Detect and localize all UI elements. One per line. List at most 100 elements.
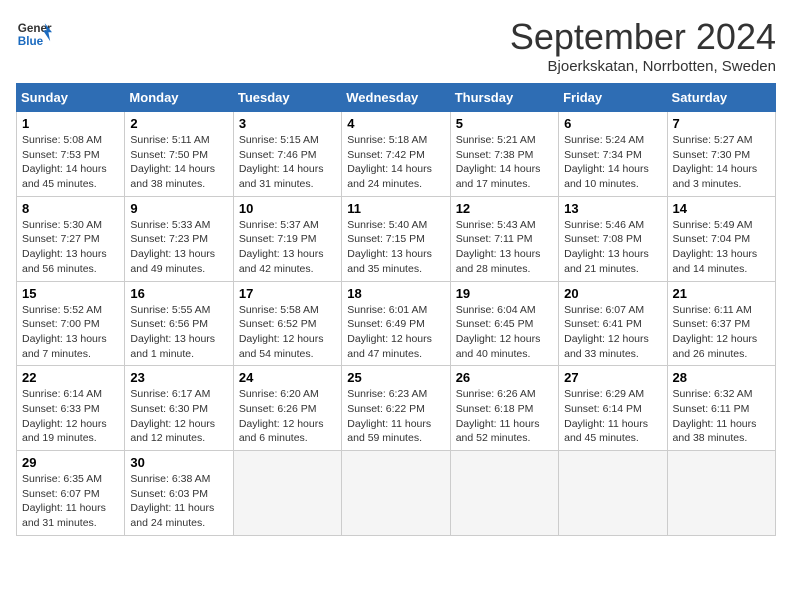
day-detail: Sunrise: 5:15 AMSunset: 7:46 PMDaylight:… <box>239 133 336 192</box>
calendar-cell: 1 Sunrise: 5:08 AMSunset: 7:53 PMDaylight… <box>17 112 125 197</box>
day-number: 28 <box>673 370 770 385</box>
day-detail: Sunrise: 5:46 AMSunset: 7:08 PMDaylight:… <box>564 218 661 277</box>
day-detail: Sunrise: 6:04 AMSunset: 6:45 PMDaylight:… <box>456 303 553 362</box>
day-number: 21 <box>673 286 770 301</box>
calendar-cell: 20 Sunrise: 6:07 AMSunset: 6:41 PMDayligh… <box>559 281 667 366</box>
calendar-cell: 24Sunrise: 6:20 AMSunset: 6:26 PMDayligh… <box>233 366 341 451</box>
logo-icon: General Blue <box>16 16 52 52</box>
day-detail: Sunrise: 5:52 AMSunset: 7:00 PMDaylight:… <box>22 303 119 362</box>
calendar-cell: 19 Sunrise: 6:04 AMSunset: 6:45 PMDayligh… <box>450 281 558 366</box>
day-number: 7 <box>673 116 770 131</box>
calendar-cell: 22 Sunrise: 6:14 AMSunset: 6:33 PMDayligh… <box>17 366 125 451</box>
calendar-cell <box>450 451 558 536</box>
day-number: 9 <box>130 201 227 216</box>
calendar-cell: 8 Sunrise: 5:30 AMSunset: 7:27 PMDaylight… <box>17 196 125 281</box>
calendar-cell: 26 Sunrise: 6:26 AMSunset: 6:18 PMDayligh… <box>450 366 558 451</box>
calendar-cell: 15 Sunrise: 5:52 AMSunset: 7:00 PMDayligh… <box>17 281 125 366</box>
day-detail: Sunrise: 5:30 AMSunset: 7:27 PMDaylight:… <box>22 218 119 277</box>
weekday-header-sunday: Sunday <box>17 84 125 112</box>
day-detail: Sunrise: 6:14 AMSunset: 6:33 PMDaylight:… <box>22 387 119 446</box>
day-number: 13 <box>564 201 661 216</box>
day-number: 24 <box>239 370 336 385</box>
calendar-cell: 21 Sunrise: 6:11 AMSunset: 6:37 PMDayligh… <box>667 281 775 366</box>
calendar-cell: 5 Sunrise: 5:21 AMSunset: 7:38 PMDaylight… <box>450 112 558 197</box>
day-number: 26 <box>456 370 553 385</box>
calendar-week-4: 22 Sunrise: 6:14 AMSunset: 6:33 PMDayligh… <box>17 366 776 451</box>
day-detail: Sunrise: 6:23 AMSunset: 6:22 PMDaylight:… <box>347 387 444 446</box>
weekday-header-wednesday: Wednesday <box>342 84 450 112</box>
day-detail: Sunrise: 5:21 AMSunset: 7:38 PMDaylight:… <box>456 133 553 192</box>
weekday-header-saturday: Saturday <box>667 84 775 112</box>
calendar-cell: 6 Sunrise: 5:24 AMSunset: 7:34 PMDaylight… <box>559 112 667 197</box>
calendar-week-3: 15 Sunrise: 5:52 AMSunset: 7:00 PMDayligh… <box>17 281 776 366</box>
day-number: 19 <box>456 286 553 301</box>
day-number: 8 <box>22 201 119 216</box>
calendar-cell: 23 Sunrise: 6:17 AMSunset: 6:30 PMDayligh… <box>125 366 233 451</box>
day-detail: Sunrise: 5:49 AMSunset: 7:04 PMDaylight:… <box>673 218 770 277</box>
svg-text:Blue: Blue <box>18 35 44 48</box>
weekday-header-tuesday: Tuesday <box>233 84 341 112</box>
day-number: 17 <box>239 286 336 301</box>
day-number: 15 <box>22 286 119 301</box>
calendar-week-5: 29 Sunrise: 6:35 AMSunset: 6:07 PMDayligh… <box>17 451 776 536</box>
calendar-cell: 9 Sunrise: 5:33 AMSunset: 7:23 PMDaylight… <box>125 196 233 281</box>
calendar-cell: 13 Sunrise: 5:46 AMSunset: 7:08 PMDayligh… <box>559 196 667 281</box>
weekday-header-row: SundayMondayTuesdayWednesdayThursdayFrid… <box>17 84 776 112</box>
day-number: 1 <box>22 116 119 131</box>
day-number: 23 <box>130 370 227 385</box>
day-number: 30 <box>130 455 227 470</box>
day-detail: Sunrise: 5:27 AMSunset: 7:30 PMDaylight:… <box>673 133 770 192</box>
calendar-table: SundayMondayTuesdayWednesdayThursdayFrid… <box>16 83 776 536</box>
title-block: September 2024 Bjoerkskatan, Norrbotten,… <box>510 16 776 75</box>
calendar-cell: 18Sunrise: 6:01 AMSunset: 6:49 PMDayligh… <box>342 281 450 366</box>
day-detail: Sunrise: 5:08 AMSunset: 7:53 PMDaylight:… <box>22 133 119 192</box>
day-number: 16 <box>130 286 227 301</box>
day-detail: Sunrise: 6:11 AMSunset: 6:37 PMDaylight:… <box>673 303 770 362</box>
calendar-cell <box>559 451 667 536</box>
day-number: 11 <box>347 201 444 216</box>
day-detail: Sunrise: 5:24 AMSunset: 7:34 PMDaylight:… <box>564 133 661 192</box>
day-detail: Sunrise: 5:33 AMSunset: 7:23 PMDaylight:… <box>130 218 227 277</box>
calendar-cell: 7 Sunrise: 5:27 AMSunset: 7:30 PMDaylight… <box>667 112 775 197</box>
day-detail: Sunrise: 6:29 AMSunset: 6:14 PMDaylight:… <box>564 387 661 446</box>
calendar-week-1: 1 Sunrise: 5:08 AMSunset: 7:53 PMDaylight… <box>17 112 776 197</box>
day-detail: Sunrise: 6:07 AMSunset: 6:41 PMDaylight:… <box>564 303 661 362</box>
calendar-week-2: 8 Sunrise: 5:30 AMSunset: 7:27 PMDaylight… <box>17 196 776 281</box>
day-detail: Sunrise: 6:01 AMSunset: 6:49 PMDaylight:… <box>347 303 444 362</box>
calendar-cell: 28 Sunrise: 6:32 AMSunset: 6:11 PMDayligh… <box>667 366 775 451</box>
day-detail: Sunrise: 5:18 AMSunset: 7:42 PMDaylight:… <box>347 133 444 192</box>
day-number: 25 <box>347 370 444 385</box>
day-number: 14 <box>673 201 770 216</box>
calendar-cell: 4Sunrise: 5:18 AMSunset: 7:42 PMDaylight… <box>342 112 450 197</box>
day-detail: Sunrise: 6:35 AMSunset: 6:07 PMDaylight:… <box>22 472 119 531</box>
calendar-cell <box>233 451 341 536</box>
calendar-cell: 25 Sunrise: 6:23 AMSunset: 6:22 PMDayligh… <box>342 366 450 451</box>
weekday-header-monday: Monday <box>125 84 233 112</box>
day-detail: Sunrise: 6:32 AMSunset: 6:11 PMDaylight:… <box>673 387 770 446</box>
calendar-cell: 14 Sunrise: 5:49 AMSunset: 7:04 PMDayligh… <box>667 196 775 281</box>
calendar-cell: 3Sunrise: 5:15 AMSunset: 7:46 PMDaylight… <box>233 112 341 197</box>
calendar-cell: 2Sunrise: 5:11 AMSunset: 7:50 PMDaylight… <box>125 112 233 197</box>
day-detail: Sunrise: 6:17 AMSunset: 6:30 PMDaylight:… <box>130 387 227 446</box>
day-number: 29 <box>22 455 119 470</box>
logo: General Blue <box>16 16 52 52</box>
day-number: 12 <box>456 201 553 216</box>
day-detail: Sunrise: 5:37 AMSunset: 7:19 PMDaylight:… <box>239 218 336 277</box>
day-detail: Sunrise: 5:58 AMSunset: 6:52 PMDaylight:… <box>239 303 336 362</box>
calendar-cell: 17 Sunrise: 5:58 AMSunset: 6:52 PMDayligh… <box>233 281 341 366</box>
day-number: 22 <box>22 370 119 385</box>
page-header: General Blue September 2024 Bjoerkskatan… <box>16 16 776 75</box>
day-detail: Sunrise: 5:55 AMSunset: 6:56 PMDaylight:… <box>130 303 227 362</box>
location-subtitle: Bjoerkskatan, Norrbotten, Sweden <box>510 58 776 75</box>
day-number: 20 <box>564 286 661 301</box>
day-number: 5 <box>456 116 553 131</box>
month-title: September 2024 <box>510 16 776 58</box>
calendar-cell: 16 Sunrise: 5:55 AMSunset: 6:56 PMDayligh… <box>125 281 233 366</box>
day-detail: Sunrise: 5:11 AMSunset: 7:50 PMDaylight:… <box>130 133 227 192</box>
day-detail: Sunrise: 5:43 AMSunset: 7:11 PMDaylight:… <box>456 218 553 277</box>
day-detail: Sunrise: 6:26 AMSunset: 6:18 PMDaylight:… <box>456 387 553 446</box>
day-number: 10 <box>239 201 336 216</box>
day-number: 6 <box>564 116 661 131</box>
calendar-cell <box>667 451 775 536</box>
calendar-cell: 29 Sunrise: 6:35 AMSunset: 6:07 PMDayligh… <box>17 451 125 536</box>
